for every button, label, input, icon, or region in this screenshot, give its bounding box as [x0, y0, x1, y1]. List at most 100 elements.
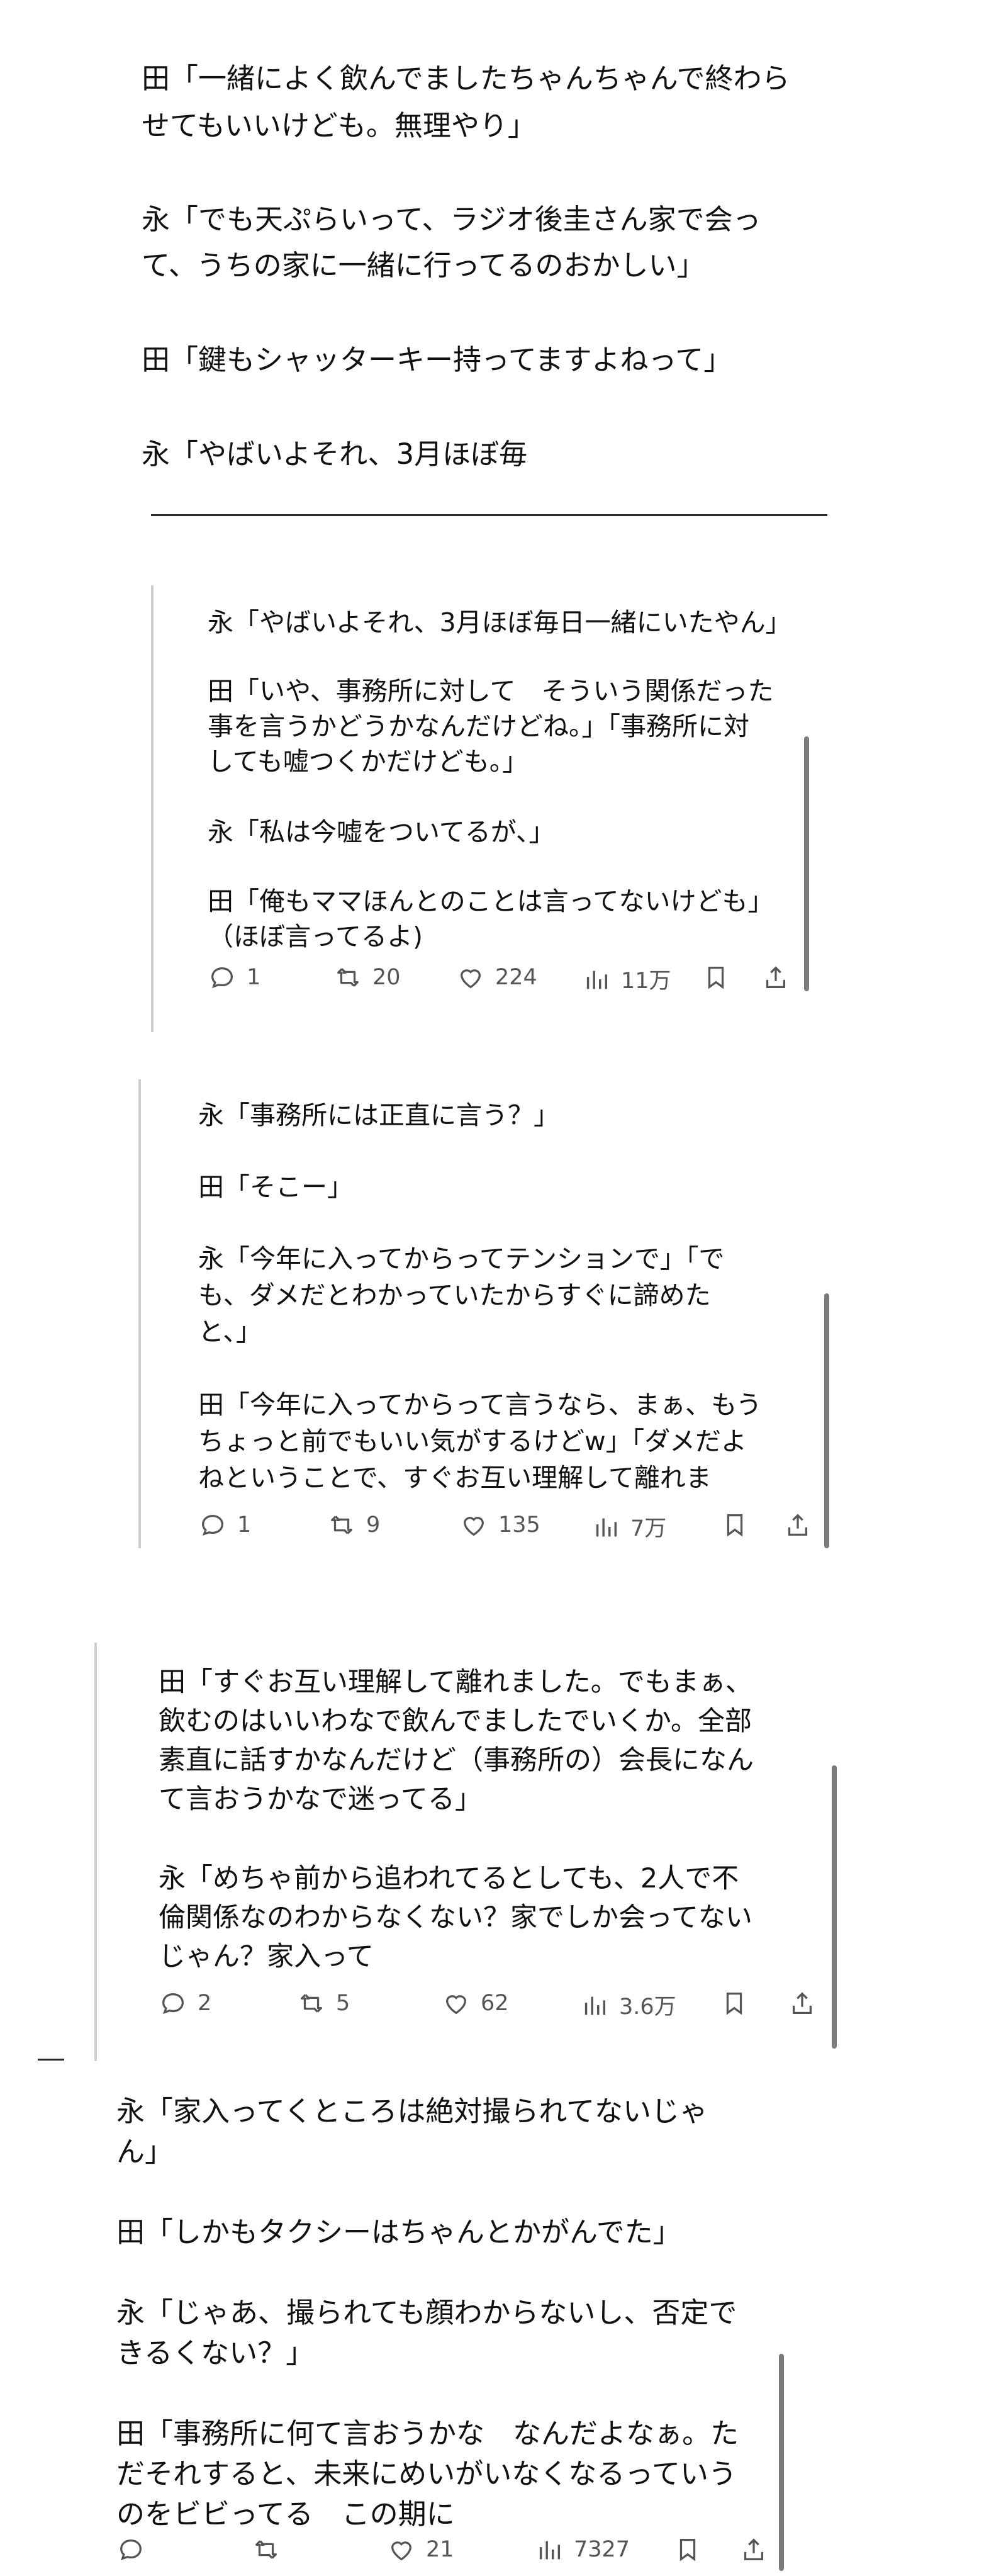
- like-button[interactable]: 224: [456, 963, 537, 992]
- views-icon: [584, 1996, 606, 2015]
- like-count: 135: [498, 1512, 540, 1538]
- post-line: 永「私は今嘘をついてるが、」: [208, 817, 555, 847]
- post-line: 田「そこー」: [198, 1172, 353, 1202]
- like-count: 62: [481, 1991, 509, 2016]
- post-line: （ほぼ言ってるよ): [208, 921, 423, 952]
- bookmark-button[interactable]: [702, 963, 730, 994]
- bookmark-icon: [726, 1993, 742, 2015]
- heart-icon: [463, 1517, 484, 1536]
- reply-button[interactable]: [116, 2535, 155, 2564]
- post-line: のをビビってる この期に: [116, 2497, 455, 2531]
- post-line: 永「今年に入ってからってテンションで」「で: [198, 1244, 725, 1274]
- views-icon: [596, 1518, 617, 1536]
- share-button[interactable]: [739, 2535, 768, 2567]
- post-line: ん」: [116, 2135, 174, 2168]
- repost-button[interactable]: 5: [297, 1989, 350, 2018]
- views-button[interactable]: 7327: [535, 2535, 630, 2564]
- post-line: 田「事務所に何て言おうかな なんだよなぁ。た: [116, 2417, 739, 2450]
- post-line: 田「俺もママほんとのことは言ってないけども」: [208, 886, 774, 916]
- like-count: 21: [426, 2537, 454, 2562]
- post-line: 素直に話すかなんだけど（事務所の）会長になん: [159, 1745, 754, 1776]
- post-line: 永「事務所には正直に言う？」: [198, 1100, 559, 1130]
- post-line: だそれすると、未来にめいがいなくなるっていう: [116, 2457, 737, 2490]
- post-line: 永「家入ってくところは絶対撮られてないじゃ: [116, 2095, 708, 2128]
- bookmark-icon: [679, 2539, 696, 2562]
- views-icon: [539, 2541, 561, 2560]
- post-line: 倫関係なのわからなくない？家でしか会ってない: [159, 1902, 752, 1933]
- share-button[interactable]: [783, 1510, 812, 1542]
- post-line: 田「いや、事務所に対して そういう関係だった: [208, 676, 774, 706]
- repost-count: 9: [366, 1512, 381, 1538]
- views-count: 7万: [630, 1516, 667, 1541]
- views-button[interactable]: 11万: [582, 963, 671, 995]
- post-line: 飲むのはいいわなで飲んでましたでいくか。全部: [159, 1706, 752, 1737]
- divider: [38, 2059, 64, 2061]
- views-icon: [586, 970, 608, 989]
- like-button[interactable]: 135: [459, 1510, 540, 1539]
- repost-button[interactable]: 20: [333, 963, 401, 992]
- intro-line: 田「一緒によく飲んでましたちゃんちゃんで終わら: [142, 62, 790, 95]
- like-button[interactable]: 21: [387, 2535, 454, 2564]
- post-line: しても嘘つくかだけども。」: [208, 746, 528, 777]
- quote-bar: [94, 1643, 97, 2061]
- share-button[interactable]: [788, 1989, 817, 2020]
- share-icon: [792, 1992, 812, 2014]
- post-line: と、」: [198, 1317, 262, 1347]
- bookmark-button[interactable]: [673, 2535, 702, 2567]
- intro-line: 永「でも天ぷらいって、ラジオ後圭さん家で会っ: [142, 203, 761, 236]
- post-line: ねということで、すぐお互い理解して離れま: [198, 1463, 712, 1493]
- scrollbar[interactable]: [824, 1293, 829, 1548]
- reply-icon: [162, 1993, 184, 2015]
- reply-count: 2: [198, 1991, 212, 2016]
- post-line: 田「すぐお互い理解して離れました。でもまぁ、: [159, 1667, 752, 1698]
- repost-button[interactable]: 9: [327, 1510, 380, 1539]
- post-line: 永「じゃあ、撮られても顔わからないし、否定で: [116, 2296, 737, 2329]
- repost-icon: [255, 2540, 277, 2559]
- scrollbar[interactable]: [804, 736, 809, 991]
- heart-icon: [445, 1995, 467, 2015]
- post-line: も、ダメだとわかっていたからすぐに諦めた: [198, 1280, 711, 1310]
- post-line: て言おうかなで迷ってる」: [159, 1784, 482, 1815]
- bookmark-button[interactable]: [720, 1989, 749, 2020]
- reply-button[interactable]: 2: [159, 1989, 211, 2018]
- post-line: きるくない？」: [116, 2336, 315, 2370]
- views-button[interactable]: 3.6万: [580, 1989, 676, 2021]
- reply-icon: [120, 2539, 142, 2561]
- reply-button[interactable]: 1: [208, 963, 260, 992]
- scrollbar[interactable]: [832, 1765, 837, 2049]
- post-line: ちょっと前でもいい気がするけどw」「ダメだよ: [198, 1426, 747, 1456]
- share-button[interactable]: [761, 963, 790, 994]
- reply-icon: [202, 1514, 223, 1536]
- intro-line: て、うちの家に一緒に行ってるのおかしい」: [142, 249, 705, 282]
- views-count: 11万: [621, 969, 671, 994]
- views-count: 3.6万: [619, 1994, 676, 2020]
- quote-bar: [151, 585, 154, 1032]
- action-bar: 1 20 224 11万: [208, 963, 805, 1001]
- post-line: じゃん？家入って: [159, 1941, 374, 1972]
- bookmark-icon: [708, 967, 724, 989]
- bookmark-icon: [727, 1514, 743, 1537]
- views-count: 7327: [574, 2537, 630, 2562]
- intro-line: 永「やばいよそれ、3月ほぼ毎: [142, 437, 528, 471]
- intro-line: 田「鍵もシャッターキー持ってますよねって」: [142, 343, 732, 376]
- like-count: 224: [495, 965, 537, 990]
- reply-icon: [211, 967, 233, 989]
- divider: [151, 514, 827, 516]
- share-icon: [744, 2538, 764, 2560]
- like-button[interactable]: 62: [442, 1989, 509, 2018]
- post-line: 永「やばいよそれ、3月ほぼ毎日一緒にいたやん」: [208, 607, 791, 638]
- bookmark-button[interactable]: [720, 1510, 749, 1542]
- post-line: 田「しかもタクシーはちゃんとかがんでた」: [116, 2215, 681, 2249]
- reply-button[interactable]: 1: [198, 1510, 251, 1539]
- post-line: 事を言うかどうかなんだけどね。」「事務所に対: [208, 711, 749, 741]
- views-button[interactable]: 7万: [591, 1510, 666, 1543]
- post-line: 田「今年に入ってからって言うなら、まぁ、もう: [198, 1390, 762, 1420]
- intro-line: せてもいいけども。無理やり」: [142, 109, 536, 142]
- repost-icon: [337, 968, 359, 987]
- heart-icon: [391, 2541, 412, 2561]
- repost-icon: [331, 1516, 352, 1534]
- repost-count: 20: [372, 965, 401, 990]
- repost-button[interactable]: [252, 2535, 291, 2564]
- share-icon: [766, 966, 786, 988]
- action-bar: 21 7327: [116, 2535, 783, 2573]
